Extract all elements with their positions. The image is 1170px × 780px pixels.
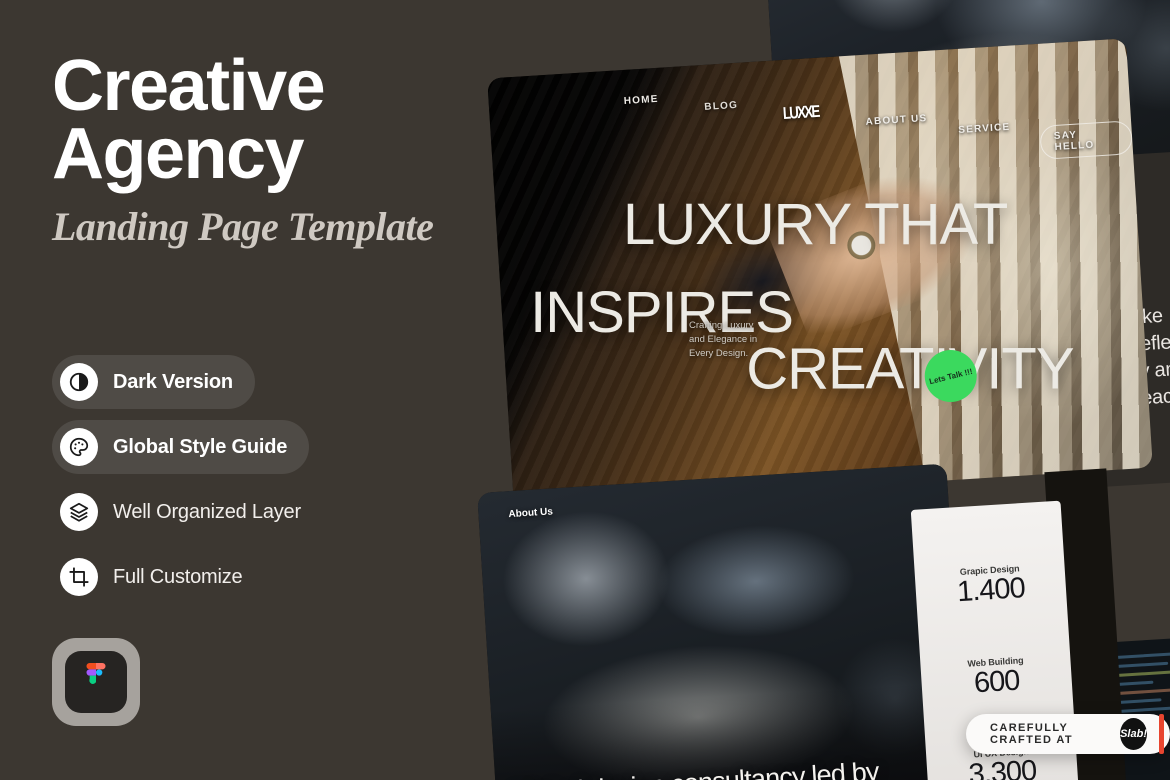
promo-title-line1: Creative	[52, 46, 326, 126]
figma-badge	[52, 638, 140, 726]
nav-link-home[interactable]: HOME	[623, 94, 658, 107]
nav-link-blog[interactable]: BLOG	[704, 100, 738, 113]
site-logo[interactable]: LUXXE	[782, 102, 819, 124]
contrast-icon	[60, 363, 98, 401]
feature-label: Well Organized Layer	[113, 500, 301, 523]
lets-talk-badge[interactable]: Lets Talk !!!	[924, 349, 977, 402]
feature-label: Global Style Guide	[113, 435, 288, 458]
title-block: Creative Agency Landing Page Template	[52, 46, 452, 250]
accent-bar	[1159, 714, 1164, 754]
promo-panel: Creative Agency Landing Page Template Da…	[0, 0, 470, 780]
feature-item-dark-version[interactable]: Dark Version	[52, 355, 255, 409]
palette-icon	[60, 428, 98, 466]
feature-item-well-organized-layer[interactable]: Well Organized Layer	[52, 485, 323, 539]
feature-item-global-style-guide[interactable]: Global Style Guide	[52, 420, 310, 474]
hero-headline-line3: CREATIVITY	[746, 336, 1074, 402]
lets-talk-label: Lets Talk !!!	[928, 366, 974, 386]
about-mockup: About Us Global design consultancy led b…	[477, 463, 967, 780]
say-hello-button[interactable]: SAY HELLO	[1039, 120, 1134, 160]
feature-item-full-customize[interactable]: Full Customize	[52, 550, 264, 604]
hero-mockup: HOME BLOG LUXXE ABOUT US SERVICE SAY HEL…	[487, 38, 1153, 508]
crafted-badge: CAREFULLY CRAFTED AT Slab!	[966, 714, 1170, 754]
figma-logo-icon	[65, 651, 127, 713]
hero-subtext: Crafting Luxury and Elegance in Every De…	[689, 320, 758, 359]
promo-title-line2: Agency	[52, 114, 305, 195]
feature-label: Full Customize	[113, 565, 243, 588]
hero-headline-line1: LUXURY THAT	[622, 192, 1008, 258]
feature-label: Dark Version	[113, 370, 233, 393]
slab-logo: Slab!	[1120, 718, 1147, 750]
feature-list: Dark Version Global Style Guide Well Org…	[52, 355, 323, 615]
layers-icon	[60, 493, 98, 531]
promo-subtitle: Landing Page Template	[52, 203, 434, 249]
crafted-text: CAREFULLY CRAFTED AT	[990, 722, 1074, 746]
crop-icon	[60, 558, 98, 596]
stat-item: Web Building 600	[920, 652, 1072, 703]
stat-item: Grapic Design 1.400	[914, 560, 1066, 611]
